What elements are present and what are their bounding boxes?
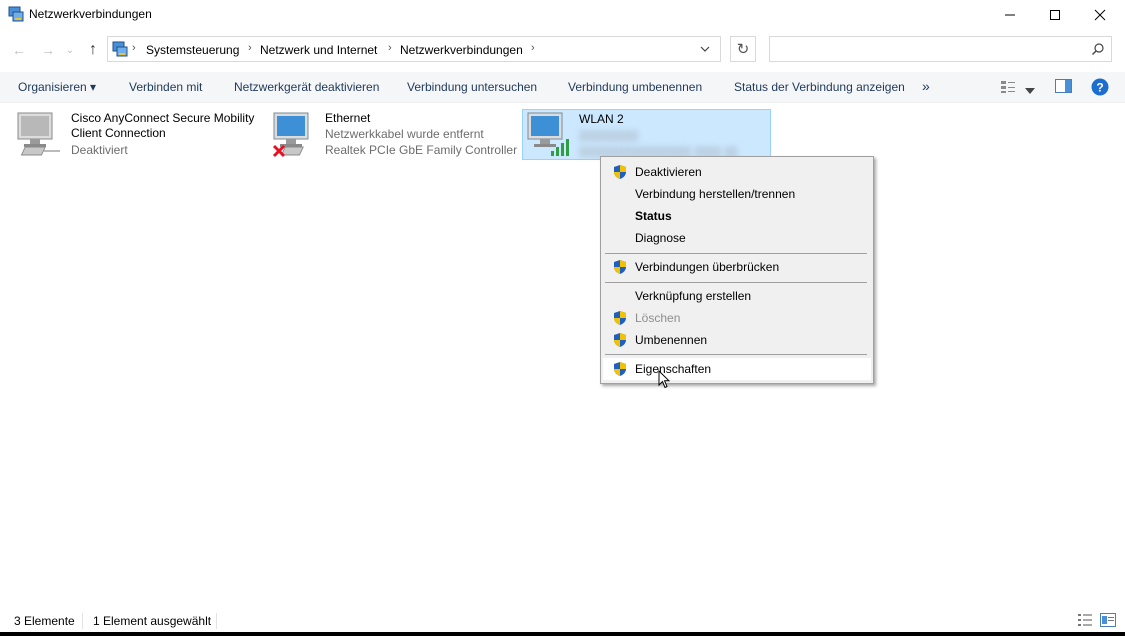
connection-item-ethernet[interactable]: Ethernet Netzwerkkabel wurde entfernt Re… bbox=[270, 109, 518, 161]
connection-device: Realtek PCIe GbE Family Controller bbox=[325, 143, 518, 157]
menu-item-verbindung-herstellen-trennen[interactable]: Verbindung herstellen/trennen bbox=[601, 183, 873, 205]
menu-item-verknuepfung-erstellen[interactable]: Verknüpfung erstellen bbox=[601, 285, 873, 307]
menu-item-eigenschaften[interactable]: Eigenschaften bbox=[603, 358, 871, 380]
menu-separator bbox=[605, 282, 867, 283]
breadcrumb-separator[interactable]: › bbox=[388, 42, 392, 54]
up-arrow-icon: ↑ bbox=[89, 41, 97, 58]
connection-network-name-redacted: ▯▯▯▯▯▯▯▯▯ bbox=[579, 128, 639, 142]
signal-strength-icon bbox=[550, 137, 572, 160]
connect-to-button[interactable]: Verbinden mit bbox=[129, 80, 202, 94]
menu-item-label: Verbindung herstellen/trennen bbox=[635, 187, 796, 201]
view-dropdown-button[interactable] bbox=[1025, 83, 1035, 97]
menu-item-deaktivieren[interactable]: Deaktivieren bbox=[601, 161, 873, 183]
breadcrumb-separator[interactable]: › bbox=[248, 42, 252, 54]
preview-pane-icon bbox=[1055, 79, 1072, 93]
title-bar: Netzwerkverbindungen bbox=[0, 0, 1125, 30]
menu-separator bbox=[605, 354, 867, 355]
menu-item-label: Verbindungen überbrücken bbox=[635, 260, 780, 274]
search-icon bbox=[1091, 42, 1105, 59]
menu-item-status[interactable]: Status bbox=[601, 205, 873, 227]
refresh-button[interactable]: ↻ bbox=[730, 36, 756, 62]
uac-shield-icon bbox=[612, 310, 628, 326]
network-connections-app-icon bbox=[8, 6, 24, 22]
forward-button[interactable]: → bbox=[38, 40, 58, 60]
view-options-icon bbox=[1001, 81, 1015, 93]
connection-name: WLAN 2 bbox=[579, 112, 624, 126]
disable-device-button[interactable]: Netzwerkgerät deaktivieren bbox=[234, 80, 379, 94]
diagnose-connection-button[interactable]: Verbindung untersuchen bbox=[407, 80, 537, 94]
connection-name: Ethernet bbox=[325, 111, 371, 125]
mouse-pointer-icon bbox=[658, 369, 671, 392]
menu-item-label: Löschen bbox=[635, 311, 681, 325]
network-connections-location-icon bbox=[112, 41, 128, 57]
maximize-button[interactable] bbox=[1032, 0, 1078, 30]
menu-item-label: Status bbox=[635, 209, 672, 223]
menu-separator bbox=[605, 253, 867, 254]
change-view-button[interactable] bbox=[1000, 80, 1016, 97]
network-adapter-icon bbox=[16, 111, 66, 162]
forward-arrow-icon: → bbox=[41, 42, 55, 58]
svg-text:?: ? bbox=[1096, 81, 1103, 95]
menu-item-verbindungen-ueberbruecken[interactable]: Verbindungen überbrücken bbox=[601, 256, 873, 278]
large-icons-view-button[interactable] bbox=[1100, 613, 1116, 630]
chevron-down-icon bbox=[700, 46, 710, 52]
recent-locations-button[interactable]: ⌄ bbox=[63, 40, 77, 60]
address-bar[interactable]: › Systemsteuerung › Netzwerk und Interne… bbox=[107, 36, 721, 62]
connection-name-line2: Client Connection bbox=[71, 126, 166, 140]
help-icon: ? bbox=[1091, 78, 1109, 96]
menu-item-loeschen: Löschen bbox=[601, 307, 873, 329]
tiles-view-icon bbox=[1100, 613, 1116, 627]
selection-count-text: 1 Element ausgewählt bbox=[93, 614, 212, 628]
uac-shield-icon bbox=[612, 259, 628, 275]
breadcrumb-netzwerkverbindungen[interactable]: Netzwerkverbindungen bbox=[400, 43, 523, 57]
connection-status: Netzwerkkabel wurde entfernt bbox=[325, 127, 484, 141]
connection-item-cisco[interactable]: Cisco AnyConnect Secure Mobility Client … bbox=[16, 109, 258, 159]
status-bar: 3 Elemente 1 Element ausgewählt bbox=[0, 610, 1125, 632]
menu-item-diagnose[interactable]: Diagnose bbox=[601, 227, 873, 249]
up-button[interactable]: ↑ bbox=[83, 40, 103, 60]
view-connection-status-button[interactable]: Status der Verbindung anzeigen bbox=[734, 80, 905, 94]
menu-item-label: Verknüpfung erstellen bbox=[635, 289, 752, 303]
details-view-icon bbox=[1078, 614, 1092, 626]
refresh-icon: ↻ bbox=[736, 41, 750, 58]
item-count-text: 3 Elemente bbox=[14, 614, 75, 628]
status-divider bbox=[82, 613, 83, 629]
menu-item-label: Eigenschaften bbox=[635, 362, 712, 376]
context-menu: Deaktivieren Verbindung herstellen/trenn… bbox=[600, 156, 874, 384]
status-divider bbox=[216, 613, 217, 629]
breadcrumb-separator[interactable]: › bbox=[531, 42, 535, 54]
address-history-dropdown[interactable] bbox=[697, 41, 713, 57]
caret-down-icon bbox=[1025, 88, 1035, 94]
menu-item-label: Umbenennen bbox=[635, 333, 708, 347]
window-bottom-edge bbox=[0, 632, 1125, 636]
minimize-button[interactable] bbox=[987, 0, 1033, 30]
disconnected-x-icon bbox=[272, 144, 286, 161]
connection-item-wlan2[interactable]: WLAN 2 ▯▯▯▯▯▯▯▯▯ ▯▯▯▯▯▯▯▯▯▯▯▯▯▯▯▯▯ ▯▯▯▯ … bbox=[522, 109, 771, 160]
help-button[interactable]: ? bbox=[1091, 78, 1109, 99]
menu-item-umbenennen[interactable]: Umbenennen bbox=[601, 329, 873, 351]
uac-shield-icon bbox=[612, 332, 628, 348]
back-button[interactable]: ← bbox=[9, 40, 29, 60]
breadcrumb-systemsteuerung[interactable]: Systemsteuerung bbox=[146, 43, 239, 57]
command-bar: Organisieren ▾ Verbinden mit Netzwerkger… bbox=[0, 72, 1125, 103]
uac-shield-icon bbox=[612, 361, 628, 377]
uac-shield-icon bbox=[612, 164, 628, 180]
back-arrow-icon: ← bbox=[12, 42, 26, 58]
breadcrumb-netzwerk-und-internet[interactable]: Netzwerk und Internet bbox=[260, 43, 377, 57]
menu-item-label: Deaktivieren bbox=[635, 165, 702, 179]
preview-pane-button[interactable] bbox=[1055, 79, 1072, 96]
window-title: Netzwerkverbindungen bbox=[29, 7, 152, 21]
more-commands-button[interactable]: » bbox=[922, 78, 930, 94]
rename-connection-button[interactable]: Verbindung umbenennen bbox=[568, 80, 702, 94]
details-view-button[interactable] bbox=[1077, 613, 1093, 630]
chevron-down-icon: ⌄ bbox=[65, 44, 75, 56]
breadcrumb-separator[interactable]: › bbox=[132, 42, 136, 54]
close-button[interactable] bbox=[1077, 0, 1123, 30]
connection-status: Deaktiviert bbox=[71, 143, 128, 157]
connection-name: Cisco AnyConnect Secure Mobility bbox=[71, 111, 255, 125]
menu-item-label: Diagnose bbox=[635, 231, 686, 245]
search-input[interactable] bbox=[769, 36, 1112, 62]
organize-menu-button[interactable]: Organisieren ▾ bbox=[18, 80, 96, 94]
